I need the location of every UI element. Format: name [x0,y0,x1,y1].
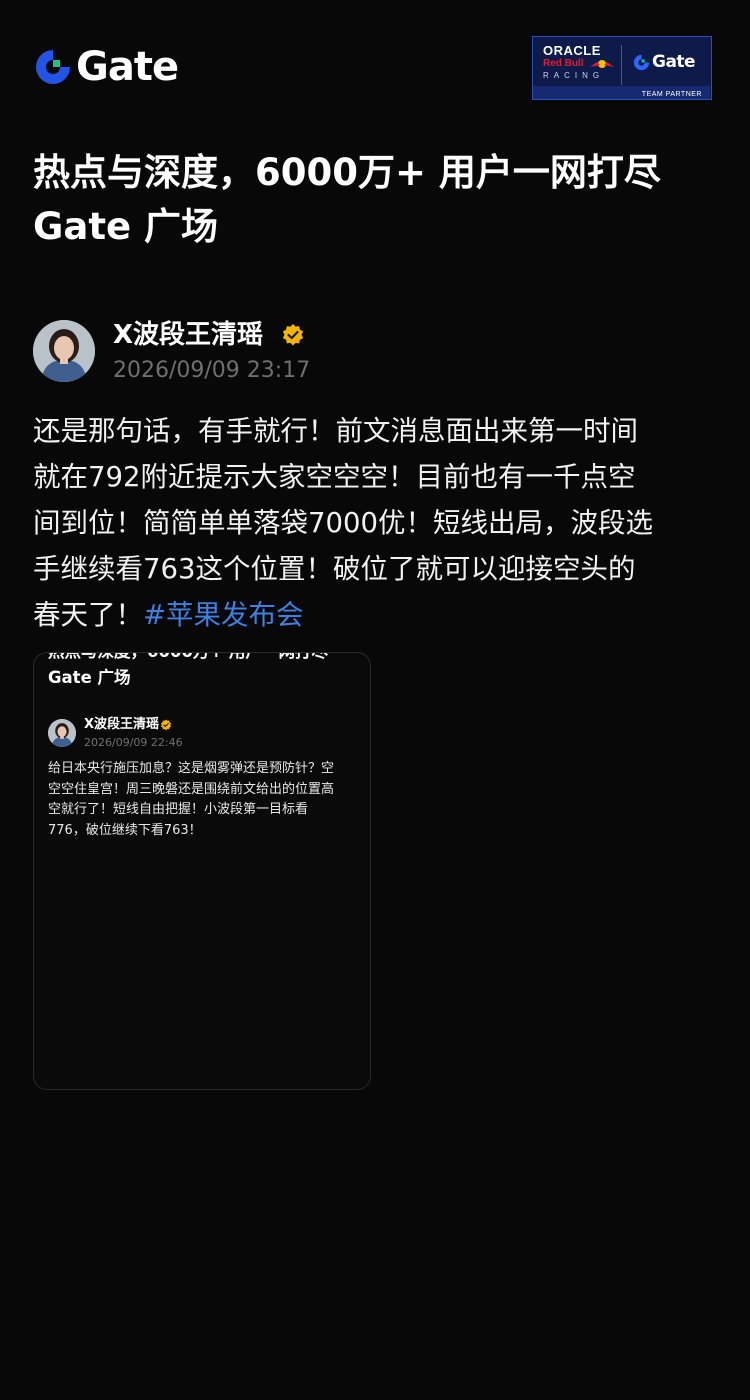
page-headline: 热点与深度，6000万+ 用户一网打尽 Gate 广场 [33,146,723,254]
brand-name: Gate [76,44,179,90]
headline-line-1: 热点与深度，6000万+ 用户一网打尽 [33,151,661,194]
badge-gate-text: Gate [652,52,696,72]
post-body-line: 手继续看763这个位置！破位了就可以迎接空头的 [33,553,636,585]
embedded-post-card[interactable]: 热点与深度，6000万+ 用户一网打尽 Gate 广场 X波段王清瑶 2026/… [33,652,371,1090]
badge-divider [621,45,622,85]
card-headline-line-2: Gate 广场 [48,668,131,687]
verified-badge-icon [160,719,172,731]
verified-badge-icon [282,324,304,346]
post-author[interactable]: X波段王清瑶 2026/09/09 23:17 [33,320,723,386]
post-body-line: 还是那句话，有手就行！前文消息面出来第一时间 [33,415,638,447]
post-body: 还是那句话，有手就行！前文消息面出来第一时间 就在792附近提示大家空空空！目前… [33,408,723,638]
racing-wordmark: RACING [543,71,605,80]
team-partner-badge[interactable]: ORACLE Red Bull RACING Gate TEAM PARTNER [532,36,712,100]
hashtag-link[interactable]: #苹果发布会 [143,599,304,631]
post-body-line: 就在792附近提示大家空空空！目前也有一千点空 [33,461,636,493]
card-body-line: 空就行了！短线自由把握！小波段第一目标看 [48,802,309,817]
header: Gate ORACLE Red Bull RACING Gate TEAM PA… [0,0,750,110]
gate-logo-icon [36,50,70,84]
post-timestamp: 2026/09/09 23:17 [113,358,311,383]
card-author-name: X波段王清瑶 [84,717,160,732]
avatar-portrait-icon [48,719,76,747]
badge-strip: TEAM PARTNER [533,86,710,99]
post-body-line: 春天了！ [33,599,143,631]
badge-gate-logo: Gate [633,52,696,72]
card-headline: 热点与深度，6000万+ 用户一网打尽 Gate 广场 [48,653,358,691]
gate-logo[interactable]: Gate [34,44,179,90]
avatar [48,719,76,747]
redbull-wordmark: Red Bull [543,58,584,69]
author-name[interactable]: X波段王清瑶 [113,320,263,350]
card-body-line: 776，破位继续下看763！ [48,822,202,838]
card-body-line: 空空住皇宫！周三晚磐还是围绕前文给出的位置高 [48,781,335,797]
gate-logo-icon [633,54,650,70]
headline-line-2: Gate 广场 [33,205,218,248]
post-body-line: 间到位！简简单单落袋7000优！短线出局，波段选 [33,507,653,539]
card-body-line: 给日本央行施压加息？这是烟雾弹还是预防针？空 [48,761,335,776]
avatar[interactable] [33,320,95,382]
card-headline-line-1: 热点与深度，6000万+ 用户一网打尽 [48,653,328,661]
card-timestamp: 2026/09/09 22:46 [84,736,183,749]
team-partner-label: TEAM PARTNER [641,91,702,98]
card-author: X波段王清瑶 2026/09/09 22:46 [48,717,358,751]
card-body: 给日本央行施压加息？这是烟雾弹还是预防针？空 空空住皇宫！周三晚磐还是围绕前文给… [48,759,358,841]
redbull-bull-icon [590,60,614,68]
oracle-wordmark: ORACLE [543,43,601,58]
avatar-portrait-icon [33,320,95,382]
